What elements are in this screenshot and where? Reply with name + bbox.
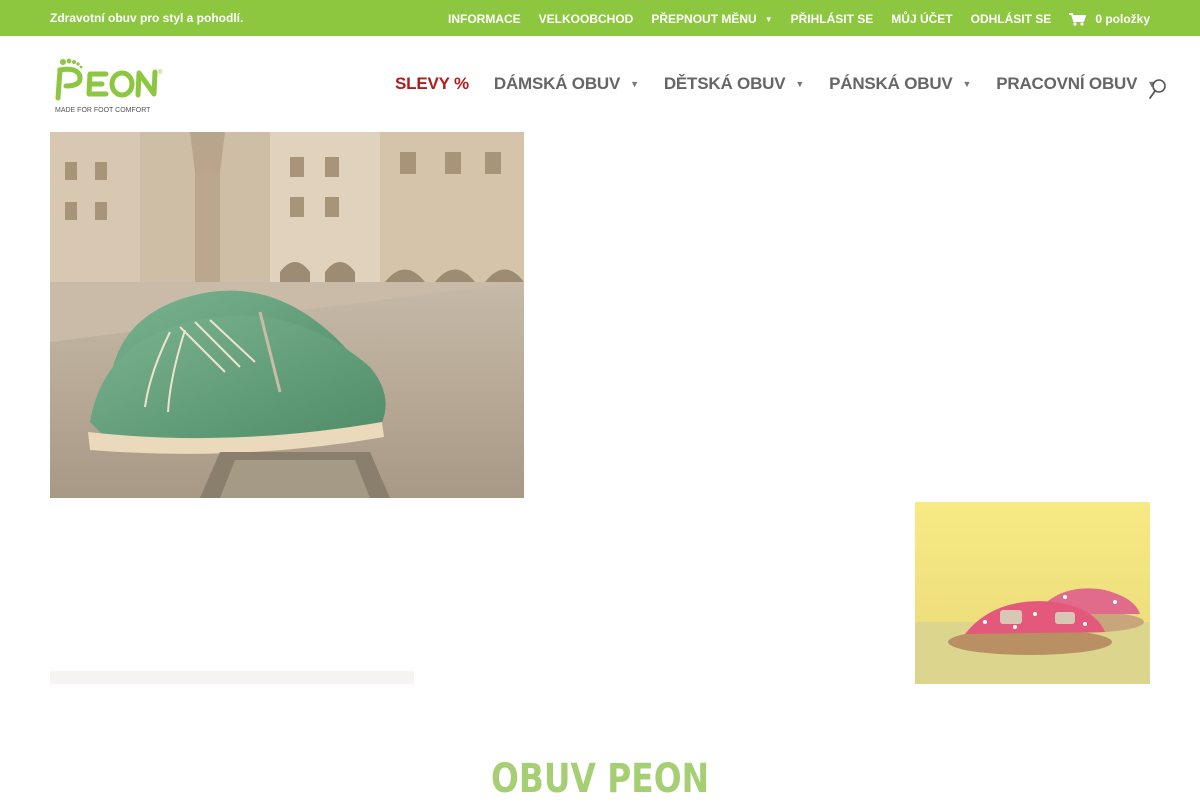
logo[interactable]: ® MADE FOR FOOT COMFORT [54,58,172,114]
cart-count: 0 položky [1095,12,1150,26]
image-placeholder-strip [50,671,414,684]
link-login[interactable]: PŘIHLÁSIT SE [791,12,874,26]
nav-item-mens[interactable]: PÁNSKÁ OBUV ▼ [829,74,971,94]
link-informace[interactable]: INFORMACE [448,12,521,26]
main-nav: SLEVY % DÁMSKÁ OBUV ▼ DĚTSKÁ OBUV ▼ PÁNS… [395,74,1181,94]
logo-tagline: MADE FOR FOOT COMFORT [55,107,151,114]
link-my-account[interactable]: MŮJ ÚČET [891,12,952,26]
nav-item-mens-label: PÁNSKÁ OBUV [829,74,953,93]
chevron-down-icon: ▼ [764,14,773,24]
nav-item-kids[interactable]: DĚTSKÁ OBUV ▼ [664,74,804,94]
main-header: ® MADE FOR FOOT COMFORT SLEVY % DÁMSKÁ O… [0,36,1200,132]
svg-text:®: ® [158,69,163,76]
currency-switch-menu[interactable]: PŘEPNOUT MĚNU ▼ [651,12,772,26]
promo-image-pink-sandals[interactable] [915,502,1150,684]
cart-icon [1069,13,1087,26]
chevron-down-icon: ▼ [962,79,972,89]
nav-item-work-label: PRACOVNÍ OBUV [996,74,1138,93]
chevron-down-icon: ▼ [795,79,805,89]
nav-item-womens[interactable]: DÁMSKÁ OBUV ▼ [494,74,639,94]
currency-switch-label: PŘEPNOUT MĚNU [651,12,757,26]
search-icon[interactable] [1148,78,1168,100]
nav-item-womens-label: DÁMSKÁ OBUV [493,74,621,93]
hero-image-green-shoes[interactable] [50,132,524,498]
nav-item-kids-label: DĚTSKÁ OBUV [663,74,786,93]
cart-link[interactable]: 0 položky [1069,12,1150,26]
chevron-down-icon: ▼ [630,79,639,89]
link-logout[interactable]: ODHLÁSIT SE [971,12,1052,26]
top-bar: Zdravotní obuv pro styl a pohodlí. INFOR… [0,0,1200,36]
tagline: Zdravotní obuv pro styl a pohodlí. [50,11,244,25]
secondary-nav: INFORMACE VELKOOBCHOD PŘEPNOUT MĚNU ▼ PŘ… [430,12,1150,26]
link-velkoobchod[interactable]: VELKOOBCHOD [539,12,634,26]
nav-item-sale[interactable]: SLEVY % [395,74,469,94]
nav-item-work[interactable]: PRACOVNÍ OBUV ▼ [996,74,1156,94]
section-title: OBUV PEON [490,756,710,802]
